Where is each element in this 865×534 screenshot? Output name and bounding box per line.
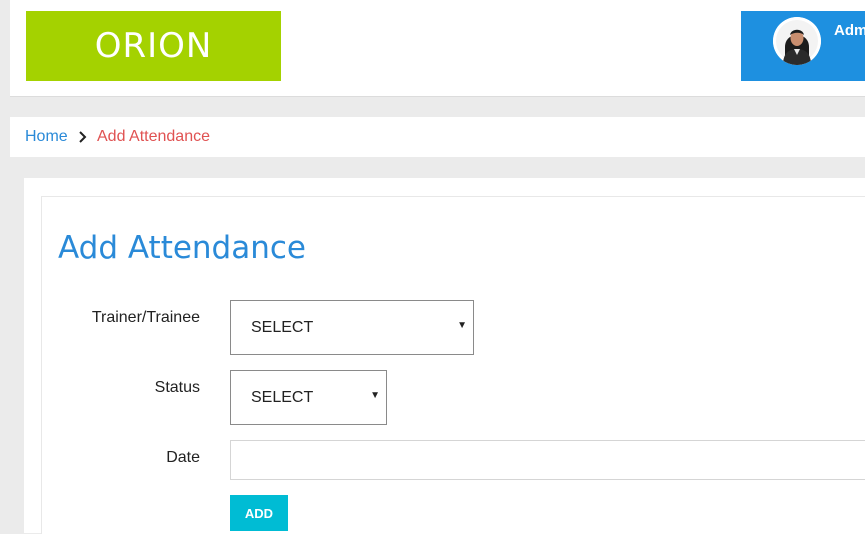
add-button[interactable]: ADD [230,495,288,531]
dropdown-arrow-icon: ▼ [370,390,380,401]
trainer-trainee-label: Trainer/Trainee [91,309,200,326]
status-label: Status [154,379,200,396]
breadcrumb-home-link[interactable]: Home [25,128,68,146]
date-label: Date [166,449,200,466]
avatar [773,17,821,65]
chevron-right-icon [77,129,89,150]
date-input[interactable] [230,440,865,480]
breadcrumb: Home Add Attendance [10,117,865,157]
user-menu[interactable]: Adm [741,11,865,81]
page-title: Add Attendance [58,230,306,266]
logo-text: ORION [94,26,213,66]
logo[interactable]: ORION [26,11,281,81]
trainer-trainee-selected-value: SELECT [251,319,314,336]
dropdown-arrow-icon: ▼ [457,320,467,331]
trainer-trainee-select[interactable]: SELECT ▼ [230,300,474,355]
user-avatar-icon [773,17,821,65]
breadcrumb-current: Add Attendance [97,128,210,145]
user-name: Adm [834,22,865,39]
status-selected-value: SELECT [251,389,314,406]
status-select[interactable]: SELECT ▼ [230,370,387,425]
